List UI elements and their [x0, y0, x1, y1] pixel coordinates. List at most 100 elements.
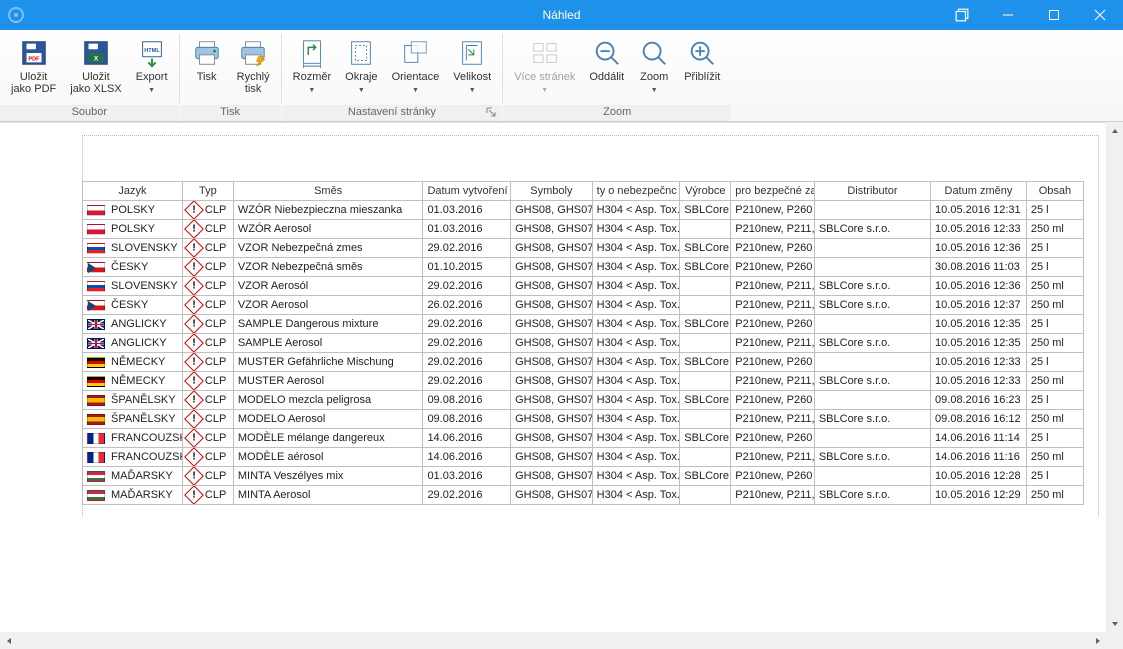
column-header-mix[interactable]: Směs — [233, 182, 423, 201]
cell-type: CLP — [205, 204, 226, 216]
chevron-down-icon: ▼ — [308, 85, 315, 97]
cell-distributor — [814, 315, 930, 334]
save-pdf-button[interactable]: PDF Uložitjako PDF — [4, 34, 63, 98]
cell-content: 250 ml — [1026, 448, 1083, 467]
cell-maker — [680, 448, 731, 467]
cell-content: 250 ml — [1026, 410, 1083, 429]
cell-distributor: SBLCore s.r.o. — [814, 486, 930, 505]
ghs-hazard-icon — [184, 391, 204, 410]
cell-safety: P210new, P260 — [731, 467, 815, 486]
cell-changed: 10.05.2016 12:33 — [931, 220, 1027, 239]
button-label: Uložitjako XLSX — [70, 71, 121, 95]
vertical-scrollbar[interactable] — [1106, 122, 1123, 632]
cell-type: CLP — [205, 280, 226, 292]
cell-changed: 10.05.2016 12:33 — [931, 372, 1027, 391]
cell-content: 25 l — [1026, 467, 1083, 486]
flag-fr-icon — [87, 452, 105, 463]
cell-lang: SLOVENSKY — [111, 242, 178, 254]
cell-symbols: GHS08, GHS07, — [511, 258, 593, 277]
ghs-hazard-icon — [184, 353, 204, 372]
cell-distributor — [814, 467, 930, 486]
table-row[interactable]: ČESKYCLPVZOR Nebezpečná směs01.10.2015GH… — [83, 258, 1084, 277]
cell-maker — [680, 334, 731, 353]
table-row[interactable]: ŠPANĚLSKYCLPMODELO Aerosol09.08.2016GHS0… — [83, 410, 1084, 429]
table-header-row: JazykTypSměsDatum vytvořeníSymbolyty o n… — [83, 182, 1084, 201]
cell-changed: 30.08.2016 11:03 — [931, 258, 1027, 277]
scroll-corner — [1106, 632, 1123, 649]
table-row[interactable]: POLSKYCLPWZÓR Aerosol01.03.2016GHS08, GH… — [83, 220, 1084, 239]
cell-safety: P210new, P211, — [731, 277, 815, 296]
floppy-pdf-icon: PDF — [18, 37, 50, 69]
horizontal-scrollbar[interactable] — [0, 632, 1106, 649]
table-row[interactable]: NĚMECKYCLPMUSTER Aerosol29.02.2016GHS08,… — [83, 372, 1084, 391]
cell-created: 01.03.2016 — [423, 220, 511, 239]
orientation-button[interactable]: Orientace▼ — [385, 34, 447, 100]
cell-safety: P210new, P211, — [731, 296, 815, 315]
table-row[interactable]: ANGLICKYCLPSAMPLE Dangerous mixture29.02… — [83, 315, 1084, 334]
scroll-down-button[interactable] — [1106, 615, 1123, 632]
cell-distributor — [814, 391, 930, 410]
cell-distributor — [814, 201, 930, 220]
cell-danger: H304 < Asp. Tox. — [592, 220, 680, 239]
quick-print-button[interactable]: Rychlýtisk — [230, 34, 277, 98]
table-row[interactable]: FRANCOUZSKCLPMODÈLE mélange dangereux14.… — [83, 429, 1084, 448]
column-header-symbols[interactable]: Symboly — [511, 182, 593, 201]
print-button[interactable]: Tisk — [184, 34, 230, 98]
column-header-content[interactable]: Obsah — [1026, 182, 1083, 201]
table-row[interactable]: FRANCOUZSKCLPMODÈLE aérosol14.06.2016GHS… — [83, 448, 1084, 467]
table-row[interactable]: SLOVENSKYCLPVZOR Aerosól29.02.2016GHS08,… — [83, 277, 1084, 296]
cell-changed: 10.05.2016 12:36 — [931, 239, 1027, 258]
zoom-button[interactable]: Zoom▼ — [631, 34, 677, 100]
table-row[interactable]: ČESKYCLPVZOR Aerosol26.02.2016GHS08, GHS… — [83, 296, 1084, 315]
column-header-distributor[interactable]: Distributor — [814, 182, 930, 201]
restore-down-alt-button[interactable] — [939, 0, 985, 30]
column-header-safety[interactable]: pro bezpečné za — [731, 182, 815, 201]
cell-danger: H304 < Asp. Tox. — [592, 296, 680, 315]
zoom-in-button[interactable]: Přiblížit — [677, 34, 727, 98]
size-button[interactable]: Rozměr▼ — [286, 34, 339, 100]
cell-type: CLP — [205, 489, 226, 501]
cell-symbols: GHS08, GHS07, — [511, 277, 593, 296]
close-button[interactable] — [1077, 0, 1123, 30]
table-row[interactable]: NĚMECKYCLPMUSTER Gefährliche Mischung29.… — [83, 353, 1084, 372]
scroll-up-button[interactable] — [1106, 122, 1123, 139]
table-row[interactable]: MAĎARSKYCLPMINTA Aerosol29.02.2016GHS08,… — [83, 486, 1084, 505]
column-header-type[interactable]: Typ — [182, 182, 233, 201]
multipage-button: Více stránek▼ — [507, 34, 582, 100]
table-row[interactable]: POLSKYCLPWZÓR Niebezpieczna mieszanka01.… — [83, 201, 1084, 220]
scroll-left-button[interactable] — [0, 632, 17, 649]
cell-created: 01.10.2015 — [423, 258, 511, 277]
maximize-button[interactable] — [1031, 0, 1077, 30]
flag-hu-icon — [87, 490, 105, 501]
cell-distributor: SBLCore s.r.o. — [814, 296, 930, 315]
cell-created: 29.02.2016 — [423, 239, 511, 258]
column-header-changed[interactable]: Datum změny — [931, 182, 1027, 201]
scroll-right-button[interactable] — [1089, 632, 1106, 649]
preview-area[interactable]: JazykTypSměsDatum vytvořeníSymbolyty o n… — [0, 122, 1123, 632]
cell-mix: VZOR Nebezpečná zmes — [233, 239, 423, 258]
cell-safety: P210new, P211, — [731, 410, 815, 429]
scale-button[interactable]: Velikost▼ — [446, 34, 498, 100]
dialog-launcher-button[interactable] — [486, 106, 500, 120]
flag-es-icon — [87, 395, 105, 406]
ghs-hazard-icon — [184, 296, 204, 315]
column-header-lang[interactable]: Jazyk — [83, 182, 183, 201]
margins-button[interactable]: Okraje▼ — [338, 34, 384, 100]
save-xlsx-button[interactable]: X Uložitjako XLSX — [63, 34, 128, 98]
table-row[interactable]: ŠPANĚLSKYCLPMODELO mezcla peligrosa09.08… — [83, 391, 1084, 410]
scale-icon — [456, 37, 488, 69]
export-button[interactable]: HTML Export▼ — [129, 34, 175, 100]
table-row[interactable]: ANGLICKYCLPSAMPLE Aerosol29.02.2016GHS08… — [83, 334, 1084, 353]
table-row[interactable]: MAĎARSKYCLPMINTA Veszélyes mix01.03.2016… — [83, 467, 1084, 486]
cell-distributor — [814, 258, 930, 277]
column-header-danger[interactable]: ty o nebezpečnc — [592, 182, 680, 201]
zoom-out-button[interactable]: Oddálit — [582, 34, 631, 98]
cell-content: 250 ml — [1026, 296, 1083, 315]
column-header-created[interactable]: Datum vytvoření — [423, 182, 511, 201]
column-header-maker[interactable]: Výrobce — [680, 182, 731, 201]
table-row[interactable]: SLOVENSKYCLPVZOR Nebezpečná zmes29.02.20… — [83, 239, 1084, 258]
cell-distributor — [814, 353, 930, 372]
cell-changed: 10.05.2016 12:37 — [931, 296, 1027, 315]
minimize-button[interactable] — [985, 0, 1031, 30]
cell-content: 25 l — [1026, 353, 1083, 372]
